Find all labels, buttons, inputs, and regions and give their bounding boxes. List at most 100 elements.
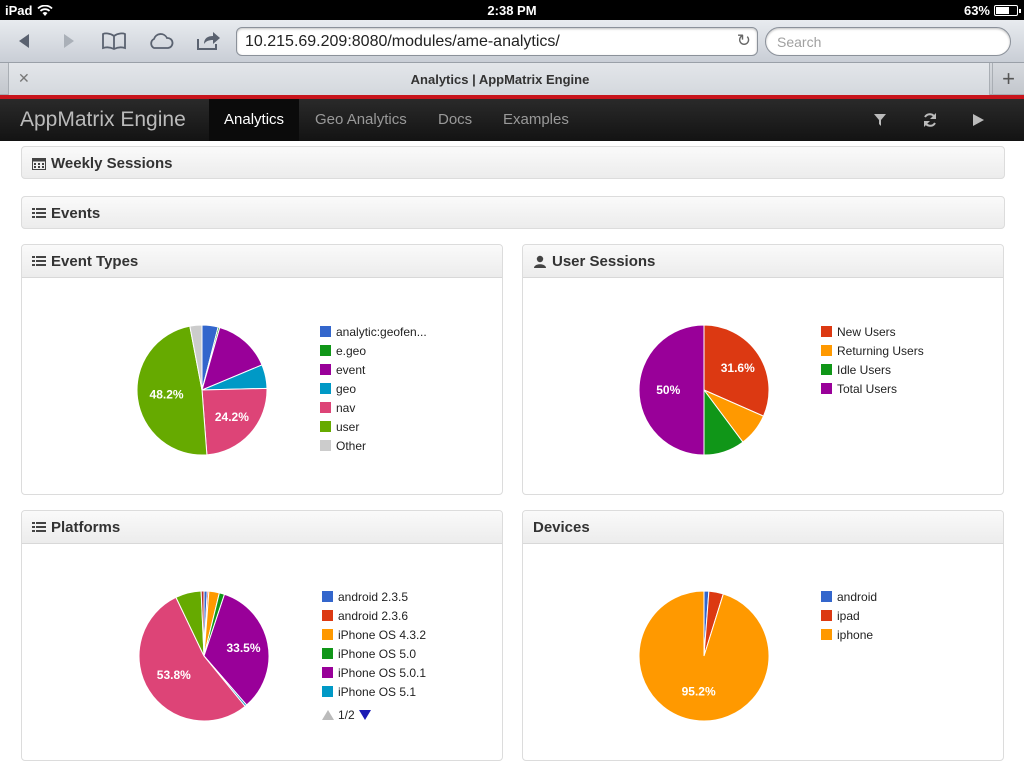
legend-label: Idle Users: [837, 362, 892, 377]
forward-icon[interactable]: [54, 28, 84, 54]
legend-item-geo[interactable]: geo: [320, 379, 427, 398]
legend-item-returning-users[interactable]: Returning Users: [821, 341, 924, 360]
legend-label: nav: [336, 400, 356, 415]
clock: 2:38 PM: [487, 3, 537, 18]
list-icon: [32, 522, 46, 532]
event-types-widget: Event Types 24.2% 48.2% analytic:geofen..…: [21, 244, 503, 495]
pager-next-icon[interactable]: [358, 710, 371, 720]
legend-label: user: [336, 419, 360, 434]
calendar-icon: [32, 158, 46, 170]
legend-item-analytic-geofen[interactable]: analytic:geofen...: [320, 322, 427, 341]
devices-widget: Devices 95.2% android ipad iphone: [522, 510, 1004, 761]
nav-analytics[interactable]: Analytics: [209, 99, 300, 141]
events-panel[interactable]: Events: [21, 196, 1005, 229]
bookmarks-icon[interactable]: [99, 28, 129, 54]
pager-label: 1/2: [338, 708, 355, 722]
legend-swatch: [821, 326, 832, 337]
legend-item-android[interactable]: android: [821, 587, 877, 606]
legend-label: e.geo: [336, 343, 367, 358]
legend-label: iphone: [837, 627, 874, 642]
legend-label: iPhone OS 5.1: [338, 684, 417, 699]
refresh-icon[interactable]: [910, 99, 950, 141]
pie-slice-label: 50%: [656, 383, 680, 397]
user-sessions-widget: User Sessions 31.6% 50% New Users Returnin…: [522, 244, 1004, 495]
legend-item-android-2-3-6[interactable]: android 2.3.6: [322, 606, 426, 625]
legend-item-idle-users[interactable]: Idle Users: [821, 360, 924, 379]
nav-docs[interactable]: Docs: [423, 99, 487, 141]
reload-icon[interactable]: ↻: [737, 31, 751, 51]
legend-swatch: [322, 667, 333, 678]
legend-label: android: [837, 589, 878, 604]
legend-label: android 2.3.5: [338, 589, 409, 604]
legend-swatch: [320, 383, 331, 394]
tab-bar: ✕ Analytics | AppMatrix Engine +: [0, 63, 1024, 95]
legend-swatch: [320, 364, 331, 375]
legend-item-user[interactable]: user: [320, 417, 427, 436]
browser-toolbar: 10.215.69.209:8080/modules/ame-analytics…: [0, 20, 1024, 63]
browser-tab[interactable]: ✕ Analytics | AppMatrix Engine: [8, 63, 990, 95]
legend-item-e-geo[interactable]: e.geo: [320, 341, 427, 360]
legend-label: Returning Users: [837, 343, 924, 358]
weekly-sessions-panel[interactable]: Weekly Sessions: [21, 146, 1005, 179]
nav-geo-analytics[interactable]: Geo Analytics: [300, 99, 422, 141]
legend-item-event[interactable]: event: [320, 360, 427, 379]
panel-title-user-sessions: User Sessions: [552, 253, 656, 270]
legend-swatch: [320, 402, 331, 413]
legend-item-other[interactable]: Other: [320, 436, 427, 455]
legend-pager: 1/2: [322, 708, 371, 722]
share-icon[interactable]: [194, 28, 224, 54]
legend-swatch: [322, 686, 333, 697]
legend-item-ipad[interactable]: ipad: [821, 606, 877, 625]
brand-logo-text[interactable]: AppMatrix Engine: [20, 108, 186, 132]
legend-item-android-2-3-5[interactable]: android 2.3.5: [322, 587, 426, 606]
user-sessions-legend: New Users Returning Users Idle Users Total …: [821, 322, 924, 398]
pie-slice-devices-2[interactable]: [638, 590, 770, 722]
back-icon[interactable]: [9, 28, 39, 54]
legend-swatch: [322, 591, 333, 602]
icloud-icon[interactable]: [146, 28, 176, 54]
filter-icon[interactable]: [860, 99, 900, 141]
legend-label: analytic:geofen...: [336, 324, 427, 339]
legend-label: android 2.3.6: [338, 608, 409, 623]
legend-label: Other: [336, 438, 367, 453]
legend-label: iPhone OS 5.0.1: [338, 665, 427, 680]
pie-slice-label: 33.5%: [226, 641, 260, 655]
search-field[interactable]: Search: [765, 27, 1011, 56]
user-icon: [534, 255, 546, 268]
legend-swatch: [821, 383, 832, 394]
panel-title-devices: Devices: [533, 519, 590, 536]
legend-label: geo: [336, 381, 357, 396]
legend-label: New Users: [837, 324, 896, 339]
legend-label: event: [336, 362, 366, 377]
legend-item-nav[interactable]: nav: [320, 398, 427, 417]
legend-item-total-users[interactable]: Total Users: [821, 379, 924, 398]
legend-swatch: [821, 364, 832, 375]
legend-item-iphone-os-5-0[interactable]: iPhone OS 5.0: [322, 644, 426, 663]
event-types-pie-chart: 24.2% 48.2%: [136, 324, 268, 456]
new-tab-icon[interactable]: +: [992, 63, 1024, 95]
legend-item-iphone-os-5-1[interactable]: iPhone OS 5.1: [322, 682, 426, 701]
legend-item-new-users[interactable]: New Users: [821, 322, 924, 341]
battery-icon: [994, 5, 1021, 16]
pager-prev-icon[interactable]: [322, 710, 334, 720]
devices-legend: android ipad iphone: [821, 587, 877, 644]
platforms-pie-chart: 33.5% 53.8%: [138, 590, 270, 722]
legend-item-iphone[interactable]: iphone: [821, 625, 877, 644]
legend-item-iphone-os-5-0-1[interactable]: iPhone OS 5.0.1: [322, 663, 426, 682]
legend-label: Total Users: [837, 381, 898, 396]
url-text: 10.215.69.209:8080/modules/ame-analytics…: [245, 33, 560, 50]
legend-swatch: [320, 345, 331, 356]
panel-title-event-types: Event Types: [51, 253, 139, 270]
nav-examples[interactable]: Examples: [488, 99, 584, 141]
devices-pie-chart: 95.2%: [638, 590, 770, 722]
url-field[interactable]: 10.215.69.209:8080/modules/ame-analytics…: [236, 27, 758, 56]
legend-swatch: [322, 610, 333, 621]
app-navbar: AppMatrix Engine Analytics Geo Analytics…: [0, 99, 1024, 141]
legend-swatch: [821, 591, 832, 602]
legend-item-iphone-os-4-3-2[interactable]: iPhone OS 4.3.2: [322, 625, 426, 644]
legend-label: ipad: [837, 608, 860, 623]
tab-title: Analytics | AppMatrix Engine: [410, 72, 590, 87]
pie-slice-label: 31.6%: [721, 361, 755, 375]
play-icon[interactable]: [958, 99, 998, 141]
legend-swatch: [821, 345, 832, 356]
